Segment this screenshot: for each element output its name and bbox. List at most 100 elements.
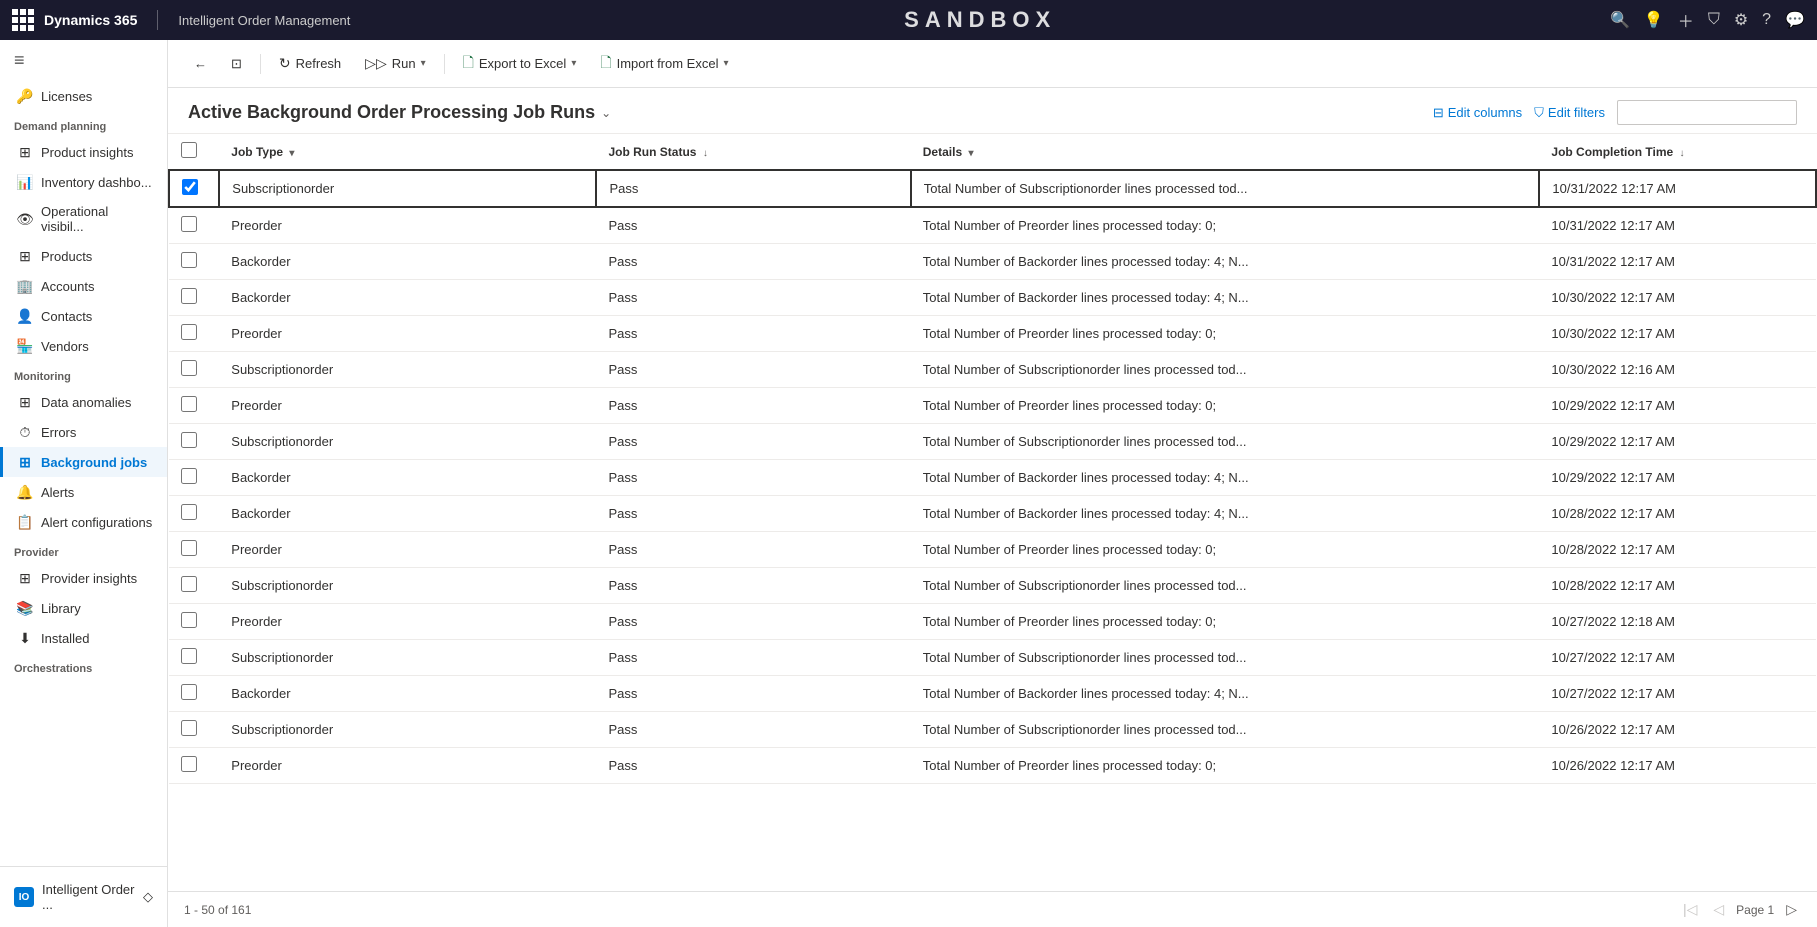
row-checkbox-cell[interactable] (169, 280, 219, 316)
sidebar-item-background-jobs[interactable]: ⊞ Background jobs (0, 447, 167, 477)
row-checkbox-cell[interactable] (169, 316, 219, 352)
sidebar-bottom-io[interactable]: IO Intelligent Order ... ◇ (0, 875, 167, 919)
first-page-button[interactable]: |◁ (1679, 899, 1701, 920)
row-checkbox[interactable] (181, 504, 197, 520)
table-row[interactable]: Backorder Pass Total Number of Backorder… (169, 676, 1816, 712)
table-row[interactable]: Subscriptionorder Pass Total Number of S… (169, 568, 1816, 604)
table-row[interactable]: Subscriptionorder Pass Total Number of S… (169, 170, 1816, 207)
table-row[interactable]: Preorder Pass Total Number of Preorder l… (169, 748, 1816, 784)
row-checkbox[interactable] (181, 288, 197, 304)
select-all-checkbox[interactable] (181, 142, 197, 158)
sidebar-item-data-anomalies[interactable]: ⊞ Data anomalies (0, 387, 167, 417)
row-checkbox[interactable] (181, 648, 197, 664)
sidebar-item-accounts[interactable]: 🏢 Accounts (0, 271, 167, 301)
edit-filters-button[interactable]: ⛉ Edit filters (1534, 105, 1605, 121)
page-title-chevron-icon[interactable]: ⌄ (601, 106, 611, 120)
sidebar-item-product-insights[interactable]: ⊞ Product insights (0, 137, 167, 167)
sidebar-item-provider-insights[interactable]: ⊞ Provider insights (0, 563, 167, 593)
search-input[interactable] (1617, 100, 1797, 125)
row-checkbox-cell[interactable] (169, 352, 219, 388)
row-checkbox[interactable] (181, 612, 197, 628)
row-checkbox[interactable] (181, 216, 197, 232)
table-row[interactable]: Subscriptionorder Pass Total Number of S… (169, 352, 1816, 388)
row-checkbox-cell[interactable] (169, 748, 219, 784)
sidebar-hamburger[interactable]: ≡ (0, 40, 167, 81)
sidebar-item-installed[interactable]: ⬇ Installed (0, 623, 167, 653)
sidebar-item-errors[interactable]: ⏱ Errors (0, 417, 167, 447)
run-button[interactable]: ▷▷ Run ▾ (355, 50, 435, 77)
filter-funnel-icon[interactable]: ⛉ (1708, 11, 1720, 29)
table-row[interactable]: Preorder Pass Total Number of Preorder l… (169, 388, 1816, 424)
page-icon-button[interactable]: ⊡ (221, 51, 252, 77)
help-icon[interactable]: ? (1762, 11, 1771, 29)
row-checkbox-cell[interactable] (169, 244, 219, 280)
row-checkbox-cell[interactable] (169, 207, 219, 244)
table-row[interactable]: Backorder Pass Total Number of Backorder… (169, 496, 1816, 532)
row-checkbox[interactable] (181, 468, 197, 484)
settings-icon[interactable]: ⚙ (1734, 10, 1748, 30)
chat-icon[interactable]: 💬 (1785, 10, 1805, 30)
sidebar-item-alert-configurations[interactable]: 📋 Alert configurations (0, 507, 167, 537)
select-all-header[interactable] (169, 134, 219, 170)
sidebar-item-licenses[interactable]: 🔑 Licenses (0, 81, 167, 111)
row-checkbox-cell[interactable] (169, 532, 219, 568)
row-checkbox-cell[interactable] (169, 424, 219, 460)
row-checkbox-cell[interactable] (169, 496, 219, 532)
row-checkbox[interactable] (181, 576, 197, 592)
table-row[interactable]: Preorder Pass Total Number of Preorder l… (169, 207, 1816, 244)
table-row[interactable]: Backorder Pass Total Number of Backorder… (169, 280, 1816, 316)
import-dropdown-icon[interactable]: ▾ (723, 58, 728, 69)
row-checkbox-cell[interactable] (169, 388, 219, 424)
row-checkbox-cell[interactable] (169, 604, 219, 640)
search-icon[interactable]: 🔍 (1610, 10, 1630, 30)
edit-columns-button[interactable]: ⊟ Edit columns (1433, 105, 1522, 121)
add-icon[interactable]: ＋ (1678, 8, 1694, 32)
table-row[interactable]: Backorder Pass Total Number of Backorder… (169, 244, 1816, 280)
row-checkbox-cell[interactable] (169, 676, 219, 712)
lightbulb-icon[interactable]: 💡 (1644, 10, 1664, 30)
row-checkbox[interactable] (181, 540, 197, 556)
row-checkbox-cell[interactable] (169, 460, 219, 496)
row-checkbox-cell[interactable] (169, 170, 219, 207)
next-page-button[interactable]: ▷ (1782, 899, 1801, 920)
row-checkbox-cell[interactable] (169, 640, 219, 676)
table-row[interactable]: Subscriptionorder Pass Total Number of S… (169, 424, 1816, 460)
table-row[interactable]: Subscriptionorder Pass Total Number of S… (169, 640, 1816, 676)
col-header-job-type[interactable]: Job Type ▾ (219, 134, 596, 170)
sidebar-item-products[interactable]: ⊞ Products (0, 241, 167, 271)
col-header-completion-time[interactable]: Job Completion Time ↓ (1539, 134, 1816, 170)
row-checkbox-cell[interactable] (169, 568, 219, 604)
row-checkbox[interactable] (181, 684, 197, 700)
export-excel-button[interactable]: 🗋 Export to Excel ▾ (453, 47, 587, 81)
row-checkbox[interactable] (181, 324, 197, 340)
sidebar-item-vendors[interactable]: 🏪 Vendors (0, 331, 167, 361)
table-row[interactable]: Backorder Pass Total Number of Backorder… (169, 460, 1816, 496)
table-row[interactable]: Preorder Pass Total Number of Preorder l… (169, 532, 1816, 568)
run-dropdown-icon[interactable]: ▾ (421, 58, 426, 69)
row-checkbox[interactable] (181, 432, 197, 448)
export-dropdown-icon[interactable]: ▾ (571, 58, 576, 69)
row-checkbox[interactable] (181, 360, 197, 376)
row-checkbox[interactable] (181, 396, 197, 412)
back-button[interactable]: ← (184, 51, 217, 76)
table-row[interactable]: Preorder Pass Total Number of Preorder l… (169, 316, 1816, 352)
prev-page-button[interactable]: ◁ (1709, 899, 1728, 920)
table-row[interactable]: Subscriptionorder Pass Total Number of S… (169, 712, 1816, 748)
row-checkbox[interactable] (181, 720, 197, 736)
refresh-button[interactable]: ↻ Refresh (269, 50, 351, 77)
row-checkbox[interactable] (181, 252, 197, 268)
brand-label[interactable]: Dynamics 365 (44, 12, 137, 28)
col-header-details[interactable]: Details ▾ (911, 134, 1540, 170)
table-row[interactable]: Preorder Pass Total Number of Preorder l… (169, 604, 1816, 640)
col-header-status[interactable]: Job Run Status ↓ (596, 134, 910, 170)
import-excel-button[interactable]: 🗋 Import from Excel ▾ (590, 47, 738, 81)
sidebar-item-contacts[interactable]: 👤 Contacts (0, 301, 167, 331)
sidebar-item-alerts[interactable]: 🔔 Alerts (0, 477, 167, 507)
row-checkbox[interactable] (181, 756, 197, 772)
waffle-menu[interactable] (12, 9, 34, 31)
sidebar-item-library[interactable]: 📚 Library (0, 593, 167, 623)
row-checkbox-cell[interactable] (169, 712, 219, 748)
sidebar-item-inventory-dashboard[interactable]: 📊 Inventory dashbo... (0, 167, 167, 197)
row-checkbox[interactable] (182, 179, 198, 195)
sidebar-item-operational-visibility[interactable]: 👁 Operational visibil... (0, 197, 167, 241)
